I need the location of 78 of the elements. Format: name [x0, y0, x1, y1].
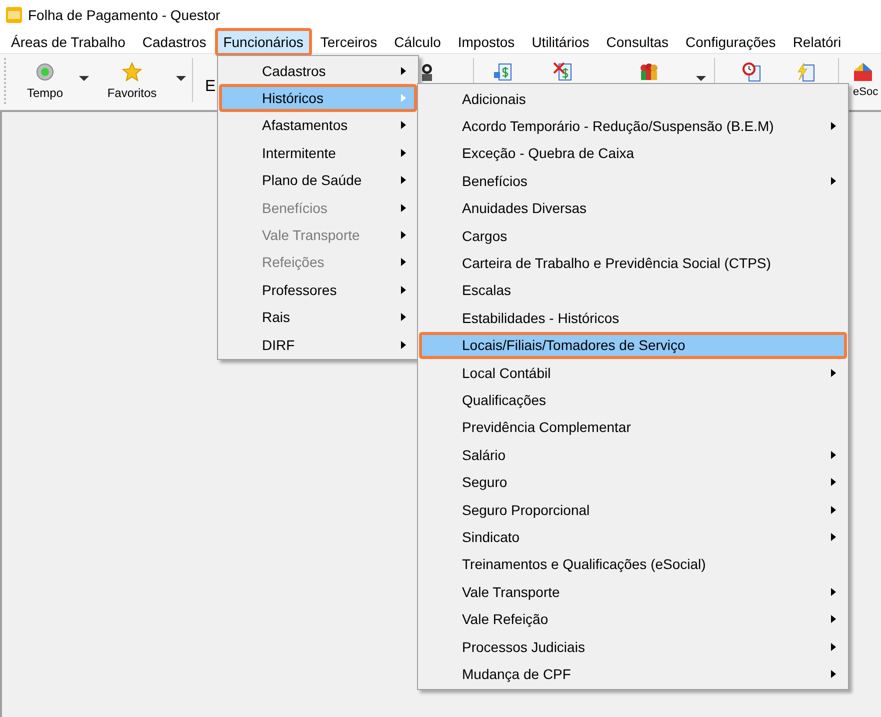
dropdown-caret-icon[interactable] — [79, 76, 89, 81]
menu-item[interactable]: Previdência Complementar — [419, 414, 847, 442]
menu-item[interactable]: Professores — [219, 276, 417, 304]
menu-item[interactable]: Mudança de CPF — [419, 660, 847, 688]
submenu-arrow-icon — [401, 148, 406, 157]
menu-item[interactable]: Local Contábil — [419, 358, 847, 386]
light-icon — [35, 62, 55, 82]
submenu-arrow-icon — [401, 66, 406, 75]
menu-item[interactable]: Sindicato — [419, 523, 847, 551]
submenu-arrow-icon — [401, 121, 406, 130]
submenu-arrow-icon — [831, 588, 836, 596]
menu-item[interactable]: Adicionais — [419, 85, 847, 112]
menu-item[interactable]: Processos Judiciais — [419, 632, 847, 660]
submenu-arrow-icon — [401, 231, 406, 240]
menu-item[interactable]: Cargos — [419, 222, 847, 250]
submenu-arrow-icon — [831, 670, 836, 678]
toolbar-button[interactable]: Tempo — [20, 54, 70, 101]
menu-item[interactable]: Benefícios — [419, 167, 847, 195]
menu-item[interactable]: Utilitários — [524, 28, 598, 56]
dropdown-caret-icon[interactable] — [176, 76, 186, 81]
menu-item[interactable]: Vale Refeição — [419, 605, 847, 633]
money-document-icon[interactable] — [493, 62, 513, 82]
menu-item[interactable]: Áreas de Trabalho — [3, 28, 134, 56]
submenu-arrow-icon — [831, 615, 836, 624]
menu-item[interactable]: Relatóri — [784, 28, 850, 56]
money-bolt-icon[interactable] — [796, 62, 816, 82]
menu-item[interactable]: Funcionários — [215, 28, 312, 56]
menu-item[interactable]: Plano de Saúde — [219, 166, 417, 194]
money-document-icon[interactable] — [553, 62, 573, 82]
menu-item[interactable]: Salário — [419, 441, 847, 468]
menu-item[interactable]: Rais — [219, 304, 417, 331]
house-icon — [853, 62, 873, 82]
menu-item[interactable]: Cálculo — [386, 28, 450, 56]
toolbar-label[interactable]: E — [198, 54, 216, 96]
menu-item[interactable]: DIRF — [219, 330, 417, 358]
submenu-arrow-icon — [401, 313, 406, 322]
menu-item[interactable]: Históricos — [219, 84, 417, 112]
menu-item[interactable]: Carteira de Trabalho e Previdência Social (CTPS) — [419, 249, 847, 277]
menu-item[interactable]: Cadastros — [219, 57, 417, 84]
menu-item[interactable]: Seguro Proporcional — [419, 496, 847, 524]
menu-item[interactable]: Escalas — [419, 276, 847, 304]
menu-item[interactable]: Estabilidades - Históricos — [419, 304, 847, 332]
app-icon — [6, 7, 22, 23]
submenu-arrow-icon — [401, 258, 406, 266]
money-clock-icon[interactable] — [742, 62, 762, 82]
submenu-arrow-icon — [831, 368, 836, 377]
menu-item[interactable]: Vale Transporte — [419, 578, 847, 606]
menu-item[interactable]: Anuidades Diversas — [419, 194, 847, 222]
submenu-arrow-icon — [831, 506, 836, 514]
submenu-arrow-icon — [831, 176, 836, 185]
submenu-arrow-icon — [401, 204, 406, 212]
menu-item[interactable]: Consultas — [598, 28, 678, 56]
people-icon[interactable] — [638, 62, 658, 82]
submenu-arrow-icon — [401, 94, 406, 102]
menu-item[interactable]: Terceiros — [312, 28, 386, 56]
menu-item[interactable]: Cadastros — [134, 28, 216, 56]
menu-item[interactable]: Treinamentos e Qualificações (eSocial) — [419, 550, 847, 578]
submenu-arrow-icon — [401, 176, 406, 184]
menu-item[interactable]: Qualificações — [419, 386, 847, 414]
submenu-arrow-icon — [401, 286, 406, 294]
menu-item[interactable]: Configurações — [678, 28, 785, 56]
menu-item[interactable]: Seguro — [419, 468, 847, 496]
star-icon — [122, 62, 142, 82]
submenu-arrow-icon — [831, 450, 836, 459]
toolbar-button[interactable]: eSoc — [853, 54, 881, 99]
menu-item[interactable]: Exceção - Quebra de Caixa — [419, 140, 847, 168]
menu-item[interactable]: Intermitente — [219, 139, 417, 167]
toolbar-button[interactable]: Favoritos — [101, 54, 163, 101]
submenu-arrow-icon — [831, 532, 836, 541]
submenu-arrow-icon — [831, 642, 836, 650]
menu-item[interactable]: Afastamentos — [219, 112, 417, 140]
submenu-arrow-icon — [831, 478, 836, 486]
submenu-arrow-icon — [401, 340, 406, 349]
submenu-arrow-icon — [831, 122, 836, 130]
menu-item[interactable]: Acordo Temporário - Redução/Suspensão (B.E.M) — [419, 112, 847, 140]
menu-item[interactable]: Impostos — [450, 28, 524, 56]
menu-item[interactable]: Locais/Filiais/Tomadores de Serviço — [419, 332, 847, 359]
window-title: Folha de Pagamento - Questor — [28, 7, 220, 23]
